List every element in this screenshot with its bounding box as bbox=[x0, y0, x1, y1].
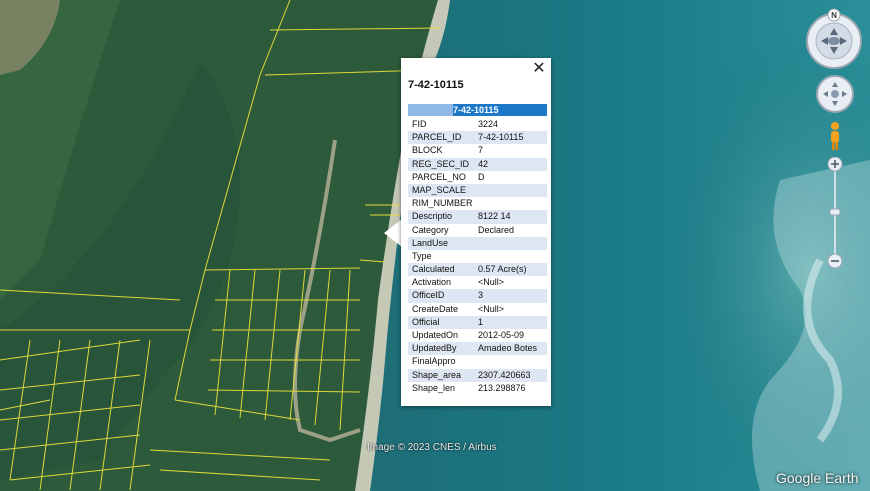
close-icon[interactable]: ✕ bbox=[531, 60, 547, 76]
row-value: <Null> bbox=[478, 303, 505, 314]
table-row: FID 3224 bbox=[408, 118, 547, 131]
table-row: Activation <Null> bbox=[408, 276, 547, 289]
table-row: FinalAppro bbox=[408, 355, 547, 368]
row-key: Category bbox=[412, 224, 449, 235]
table-row: PARCEL_ID 7-42-10115 bbox=[408, 131, 547, 145]
table-row: CreateDate <Null> bbox=[408, 303, 547, 316]
row-key: Descriptio bbox=[412, 211, 453, 222]
row-value: 3224 bbox=[478, 119, 499, 129]
row-key: UpdatedOn bbox=[412, 330, 459, 340]
compass-icon[interactable]: N bbox=[805, 8, 863, 70]
look-joystick-icon[interactable] bbox=[815, 74, 855, 114]
table-row: UpdatedBy Amadeo Botes bbox=[408, 342, 547, 356]
table-row: Type bbox=[408, 250, 547, 263]
zoom-slider[interactable] bbox=[826, 157, 844, 269]
table-row: UpdatedOn 2012-05-09 bbox=[408, 329, 547, 342]
row-key: Official bbox=[412, 316, 440, 327]
table-row: Category Declared bbox=[408, 224, 547, 237]
table-row: Shape_len 213.298876 bbox=[408, 382, 547, 395]
row-value: Declared bbox=[478, 224, 515, 235]
row-key: BLOCK bbox=[412, 145, 443, 156]
attribute-table: FID 3224 PARCEL_ID 7-42-10115 BLOCK 7 REG_SEC_… bbox=[408, 118, 547, 395]
row-key: CreateDate bbox=[412, 303, 459, 314]
row-value: D bbox=[478, 171, 485, 182]
popup-title: 7-42-10115 bbox=[408, 79, 464, 91]
row-value: 213.298876 bbox=[478, 382, 526, 393]
row-value: 3 bbox=[478, 290, 484, 301]
row-value: Amadeo Botes bbox=[478, 343, 538, 354]
row-key: Activation bbox=[412, 277, 452, 288]
table-row: Descriptio 8122 14 bbox=[408, 210, 547, 224]
row-key: PARCEL_ID bbox=[412, 132, 462, 143]
table-row: BLOCK 7 bbox=[408, 144, 547, 157]
parcel-info-popup: ✕ 7-42-10115 7-42-10115 FID 3224 PARCEL_ID… bbox=[401, 58, 551, 406]
popup-pointer bbox=[384, 219, 402, 247]
table-row: PARCEL_NO D bbox=[408, 171, 547, 184]
row-key: UpdatedBy bbox=[412, 343, 457, 354]
table-row: OfficeID 3 bbox=[408, 289, 547, 303]
row-value: 42 bbox=[478, 158, 489, 169]
row-key: Shape_area bbox=[412, 369, 462, 380]
row-key: Calculated bbox=[412, 264, 455, 275]
header-highlight bbox=[408, 104, 453, 116]
row-key: MAP_SCALE bbox=[412, 184, 467, 195]
row-value: 7 bbox=[478, 145, 484, 156]
table-row: Official 1 bbox=[408, 315, 547, 329]
row-key: REG_SEC_ID bbox=[412, 158, 470, 169]
table-header-text: 7-42-10115 bbox=[453, 105, 499, 115]
table-row: Calculated 0.57 Acre(s) bbox=[408, 263, 547, 277]
row-value: 1 bbox=[478, 316, 484, 327]
row-value: 7-42-10115 bbox=[478, 132, 524, 143]
row-value: <Null> bbox=[478, 277, 505, 288]
row-key: Shape_len bbox=[412, 382, 456, 393]
row-value: 0.57 Acre(s) bbox=[478, 264, 527, 275]
row-key: FID bbox=[412, 119, 427, 129]
table-row: RIM_NUMBER bbox=[408, 197, 547, 210]
row-value: 8122 14 bbox=[478, 211, 511, 222]
row-key: LandUse bbox=[412, 237, 449, 248]
pegman-icon[interactable] bbox=[826, 121, 844, 151]
row-key: OfficeID bbox=[412, 290, 445, 301]
row-value: 2307.420663 bbox=[478, 369, 531, 380]
row-key: RIM_NUMBER bbox=[412, 198, 473, 209]
row-key: PARCEL_NO bbox=[412, 171, 466, 182]
row-key: Type bbox=[412, 250, 432, 261]
table-row: MAP_SCALE bbox=[408, 183, 547, 198]
table-header: 7-42-10115 bbox=[408, 104, 547, 116]
table-row: REG_SEC_ID 42 bbox=[408, 157, 547, 171]
google-earth-logo: Google Earth bbox=[776, 470, 859, 486]
row-key: FinalAppro bbox=[412, 356, 456, 367]
row-value: 2012-05-09 bbox=[478, 330, 525, 340]
imagery-attribution: Image © 2023 CNES / Airbus bbox=[367, 442, 497, 453]
table-row: Shape_area 2307.420663 bbox=[408, 368, 547, 382]
table-row: LandUse bbox=[408, 236, 547, 250]
compass-north-label: N bbox=[831, 11, 837, 20]
